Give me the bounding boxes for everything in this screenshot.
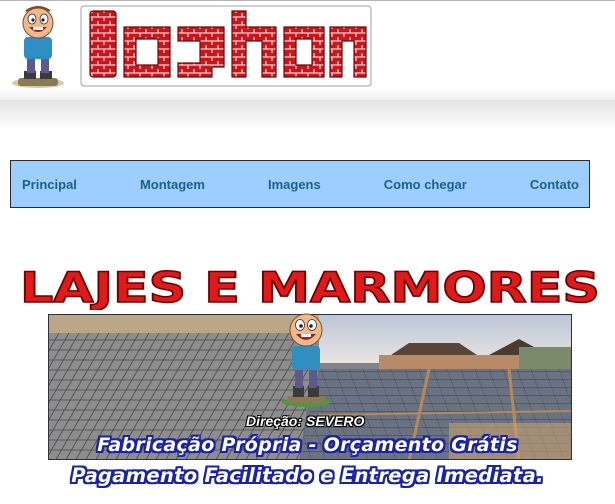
cartoon-mascot-icon [12,6,64,88]
banner-title: LAJES E MARMORES [19,262,601,310]
cartoon-mascot-icon [282,313,330,407]
banner-title-text: LAJES E MARMORES [20,263,600,310]
header-shadow [0,100,615,130]
page: Principal Montagem Imagens Como chegar C… [0,0,615,504]
direcao-name: SEVERO [306,413,365,429]
nav-item-como-chegar[interactable]: Como chegar [384,177,467,192]
direcao-caption: Direção: SEVERO [246,413,364,429]
brand-logo [80,5,372,87]
site-header [0,0,615,100]
nav-item-contato[interactable]: Contato [530,177,579,192]
nav-item-montagem[interactable]: Montagem [140,177,205,192]
slogan-line-2: Pagamento Facilitado e Entrega Imediata. [71,464,544,487]
main-nav: Principal Montagem Imagens Como chegar C… [10,160,590,208]
nav-item-principal[interactable]: Principal [22,177,77,192]
slogan-line-1: Fabricação Própria - Orçamento Grátis [97,434,518,456]
nav-item-imagens[interactable]: Imagens [268,177,321,192]
direcao-label: Direção: [246,413,303,429]
